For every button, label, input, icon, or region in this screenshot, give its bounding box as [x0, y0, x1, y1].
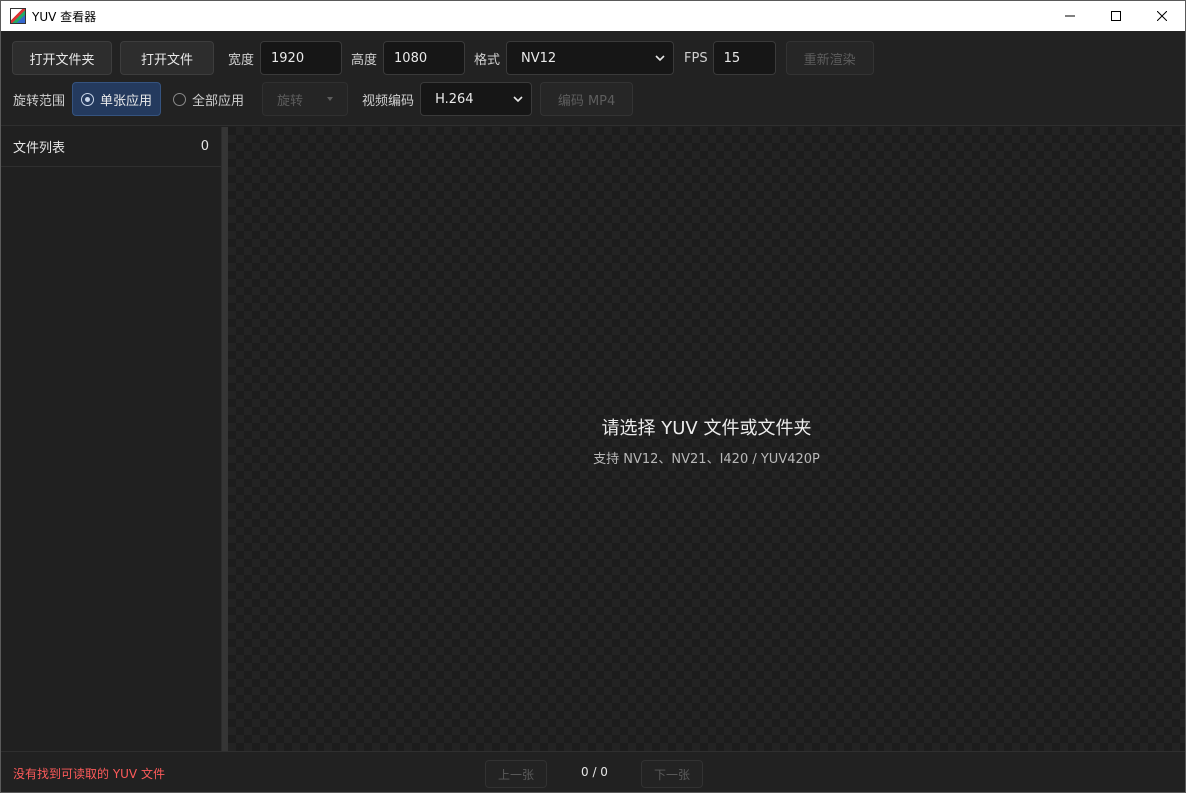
format-label: 格式: [474, 52, 501, 68]
page-indicator: 0 / 0: [581, 765, 608, 779]
height-input[interactable]: 1080: [383, 41, 466, 75]
open-file-button[interactable]: 打开文件: [120, 41, 214, 75]
rerender-button[interactable]: 重新渲染: [785, 41, 874, 75]
scope-all-label: 全部应用: [192, 93, 245, 109]
caret-down-icon: [327, 97, 334, 101]
window-title: YUV 查看器: [32, 9, 97, 24]
toolbar-row-1: 打开文件夹 打开文件 宽度 1920 高度 1080 格式 NV12 FPS 1…: [1, 40, 874, 76]
close-button[interactable]: [1139, 1, 1185, 31]
close-icon: [1157, 11, 1167, 21]
encode-mp4-button[interactable]: 编码 MP4: [540, 82, 634, 116]
chevron-down-icon: [655, 54, 665, 61]
status-message: 没有找到可读取的 YUV 文件: [13, 767, 165, 781]
fps-input[interactable]: 15: [712, 41, 776, 75]
file-count: 0: [200, 139, 209, 154]
width-input[interactable]: 1920: [260, 41, 343, 75]
codec-select-value: H.264: [435, 91, 474, 107]
app-window: YUV 查看器 打开文件夹 打开文件 宽度 1920 高度 1080 格式 NV…: [0, 0, 1186, 793]
codec-select[interactable]: H.264: [420, 82, 533, 116]
height-label: 高度: [351, 52, 378, 68]
title-bar[interactable]: YUV 查看器: [1, 1, 1185, 31]
file-list-title: 文件列表: [13, 141, 66, 156]
fps-label: FPS: [684, 50, 708, 66]
radio-checked-icon: [81, 92, 95, 106]
empty-state-subtitle: 支持 NV12、NV21、I420 / YUV420P: [593, 452, 820, 467]
next-button[interactable]: 下一张: [641, 760, 703, 788]
toolbar-row-2: 旋转范围 单张应用 全部应用 旋转 视频编码 H.264 编码 MP4: [1, 81, 634, 117]
scope-all-radio[interactable]: 全部应用: [165, 82, 252, 116]
scope-single-radio[interactable]: 单张应用: [72, 82, 162, 116]
window-controls: [1047, 1, 1185, 31]
codec-label: 视频编码: [362, 93, 415, 109]
radio-unchecked-icon: [173, 92, 187, 106]
chevron-down-icon: [513, 95, 523, 102]
status-bar: 没有找到可读取的 YUV 文件 上一张 0 / 0 下一张: [1, 751, 1185, 792]
minimize-icon: [1065, 15, 1075, 17]
empty-state-title: 请选择 YUV 文件或文件夹: [601, 418, 812, 439]
rotate-button-label: 旋转: [277, 93, 304, 109]
empty-state: 请选择 YUV 文件或文件夹 支持 NV12、NV21、I420 / YUV42…: [228, 414, 1185, 467]
format-select-value: NV12: [521, 50, 557, 66]
open-folder-button[interactable]: 打开文件夹: [12, 41, 112, 75]
scope-single-label: 单张应用: [100, 93, 153, 109]
toolbar: 打开文件夹 打开文件 宽度 1920 高度 1080 格式 NV12 FPS 1…: [1, 31, 1185, 126]
rotate-scope-label: 旋转范围: [13, 93, 66, 109]
app-icon: [10, 8, 26, 24]
format-select[interactable]: NV12: [506, 41, 675, 75]
minimize-button[interactable]: [1047, 1, 1093, 31]
rotate-button[interactable]: 旋转: [262, 82, 349, 116]
maximize-icon: [1111, 11, 1121, 21]
prev-button[interactable]: 上一张: [485, 760, 547, 788]
image-viewer[interactable]: 请选择 YUV 文件或文件夹 支持 NV12、NV21、I420 / YUV42…: [228, 127, 1185, 751]
maximize-button[interactable]: [1093, 1, 1139, 31]
file-list-panel: 文件列表 0: [1, 127, 222, 751]
width-label: 宽度: [228, 52, 255, 68]
file-list-header: 文件列表 0: [1, 127, 221, 167]
